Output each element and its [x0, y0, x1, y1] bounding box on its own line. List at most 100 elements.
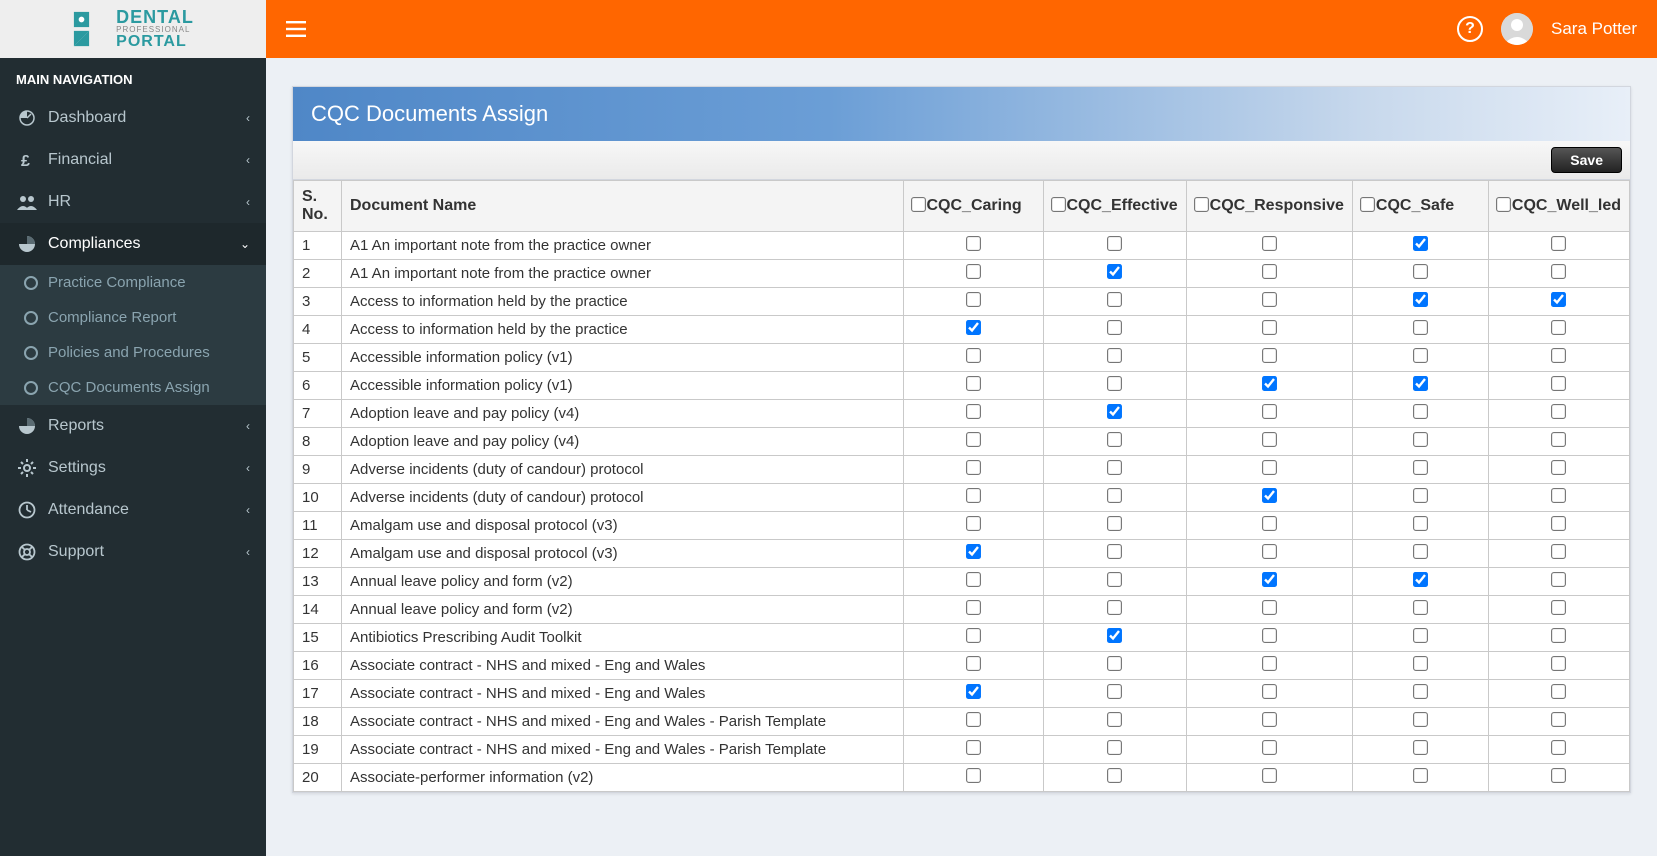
- check-effective[interactable]: [1107, 264, 1122, 279]
- check-caring[interactable]: [966, 488, 981, 503]
- header-check-responsive[interactable]: [1194, 197, 1209, 212]
- check-caring[interactable]: [966, 572, 981, 587]
- check-responsive[interactable]: [1262, 628, 1277, 643]
- check-safe[interactable]: [1413, 320, 1428, 335]
- check-effective[interactable]: [1107, 292, 1122, 307]
- check-caring[interactable]: [966, 320, 981, 335]
- check-effective[interactable]: [1107, 516, 1122, 531]
- check-wellled[interactable]: [1551, 432, 1566, 447]
- check-caring[interactable]: [966, 628, 981, 643]
- check-responsive[interactable]: [1262, 684, 1277, 699]
- check-safe[interactable]: [1413, 572, 1428, 587]
- check-safe[interactable]: [1413, 432, 1428, 447]
- check-wellled[interactable]: [1551, 460, 1566, 475]
- check-responsive[interactable]: [1262, 768, 1277, 783]
- nav-item-attendance[interactable]: Attendance‹: [0, 489, 266, 531]
- check-caring[interactable]: [966, 684, 981, 699]
- header-check-safe[interactable]: [1360, 197, 1375, 212]
- check-effective[interactable]: [1107, 376, 1122, 391]
- check-wellled[interactable]: [1551, 768, 1566, 783]
- check-wellled[interactable]: [1551, 348, 1566, 363]
- check-responsive[interactable]: [1262, 488, 1277, 503]
- check-safe[interactable]: [1413, 656, 1428, 671]
- check-wellled[interactable]: [1551, 684, 1566, 699]
- check-caring[interactable]: [966, 348, 981, 363]
- nav-item-financial[interactable]: £Financial‹: [0, 139, 266, 181]
- check-safe[interactable]: [1413, 740, 1428, 755]
- nav-item-compliances[interactable]: Compliances⌄: [0, 223, 266, 265]
- check-effective[interactable]: [1107, 348, 1122, 363]
- save-button[interactable]: Save: [1551, 147, 1622, 173]
- check-effective[interactable]: [1107, 544, 1122, 559]
- check-responsive[interactable]: [1262, 656, 1277, 671]
- check-effective[interactable]: [1107, 740, 1122, 755]
- check-safe[interactable]: [1413, 600, 1428, 615]
- check-safe[interactable]: [1413, 516, 1428, 531]
- check-responsive[interactable]: [1262, 600, 1277, 615]
- check-caring[interactable]: [966, 376, 981, 391]
- sub-item-policies-and-procedures[interactable]: Policies and Procedures: [0, 335, 266, 370]
- check-safe[interactable]: [1413, 376, 1428, 391]
- check-caring[interactable]: [966, 656, 981, 671]
- check-wellled[interactable]: [1551, 628, 1566, 643]
- check-safe[interactable]: [1413, 292, 1428, 307]
- check-caring[interactable]: [966, 432, 981, 447]
- check-safe[interactable]: [1413, 628, 1428, 643]
- check-effective[interactable]: [1107, 460, 1122, 475]
- check-caring[interactable]: [966, 516, 981, 531]
- check-caring[interactable]: [966, 544, 981, 559]
- check-safe[interactable]: [1413, 460, 1428, 475]
- check-effective[interactable]: [1107, 320, 1122, 335]
- check-safe[interactable]: [1413, 264, 1428, 279]
- check-safe[interactable]: [1413, 544, 1428, 559]
- nav-item-settings[interactable]: Settings‹: [0, 447, 266, 489]
- help-icon[interactable]: ?: [1457, 16, 1483, 42]
- nav-item-dashboard[interactable]: Dashboard‹: [0, 97, 266, 139]
- check-wellled[interactable]: [1551, 656, 1566, 671]
- check-wellled[interactable]: [1551, 740, 1566, 755]
- check-effective[interactable]: [1107, 600, 1122, 615]
- check-responsive[interactable]: [1262, 404, 1277, 419]
- check-responsive[interactable]: [1262, 320, 1277, 335]
- check-responsive[interactable]: [1262, 292, 1277, 307]
- check-wellled[interactable]: [1551, 572, 1566, 587]
- check-wellled[interactable]: [1551, 516, 1566, 531]
- check-responsive[interactable]: [1262, 460, 1277, 475]
- check-effective[interactable]: [1107, 488, 1122, 503]
- check-caring[interactable]: [966, 264, 981, 279]
- check-wellled[interactable]: [1551, 712, 1566, 727]
- check-responsive[interactable]: [1262, 712, 1277, 727]
- nav-item-reports[interactable]: Reports‹: [0, 405, 266, 447]
- check-responsive[interactable]: [1262, 516, 1277, 531]
- check-responsive[interactable]: [1262, 544, 1277, 559]
- header-check-wellled[interactable]: [1496, 197, 1511, 212]
- check-wellled[interactable]: [1551, 376, 1566, 391]
- check-caring[interactable]: [966, 236, 981, 251]
- sub-item-cqc-documents-assign[interactable]: CQC Documents Assign: [0, 370, 266, 405]
- check-wellled[interactable]: [1551, 320, 1566, 335]
- check-caring[interactable]: [966, 768, 981, 783]
- nav-item-hr[interactable]: HR‹: [0, 181, 266, 223]
- check-safe[interactable]: [1413, 404, 1428, 419]
- check-responsive[interactable]: [1262, 740, 1277, 755]
- header-check-effective[interactable]: [1051, 197, 1066, 212]
- check-effective[interactable]: [1107, 432, 1122, 447]
- check-responsive[interactable]: [1262, 432, 1277, 447]
- check-caring[interactable]: [966, 404, 981, 419]
- header-check-caring[interactable]: [911, 197, 926, 212]
- check-responsive[interactable]: [1262, 348, 1277, 363]
- check-wellled[interactable]: [1551, 600, 1566, 615]
- check-effective[interactable]: [1107, 768, 1122, 783]
- check-safe[interactable]: [1413, 488, 1428, 503]
- check-effective[interactable]: [1107, 684, 1122, 699]
- sub-item-compliance-report[interactable]: Compliance Report: [0, 300, 266, 335]
- check-effective[interactable]: [1107, 404, 1122, 419]
- check-safe[interactable]: [1413, 348, 1428, 363]
- check-wellled[interactable]: [1551, 404, 1566, 419]
- avatar[interactable]: [1501, 13, 1533, 45]
- check-wellled[interactable]: [1551, 236, 1566, 251]
- check-safe[interactable]: [1413, 684, 1428, 699]
- user-name[interactable]: Sara Potter: [1551, 19, 1637, 39]
- check-effective[interactable]: [1107, 236, 1122, 251]
- check-wellled[interactable]: [1551, 488, 1566, 503]
